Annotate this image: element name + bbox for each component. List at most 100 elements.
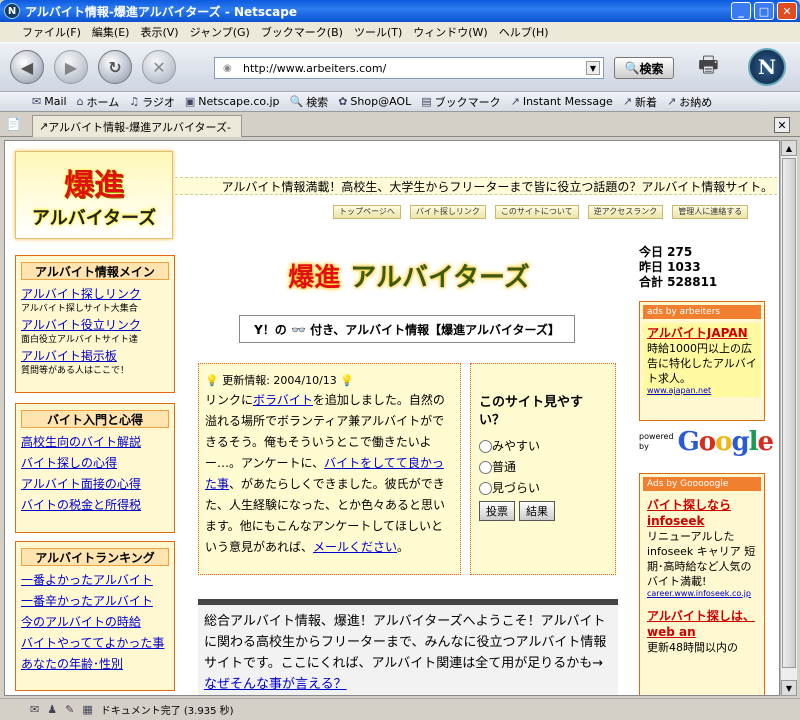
sidebox-guide-title: バイト入門と心得 — [21, 410, 169, 428]
center-logo-red: 爆進 — [288, 262, 341, 293]
side-link[interactable]: 一番辛かったアルバイト — [19, 593, 171, 609]
center-logo-green: アルバイターズ — [350, 262, 530, 293]
side-link[interactable]: 高校生向のバイト解説 — [19, 434, 171, 450]
mail-icon[interactable]: ✉ — [30, 703, 39, 716]
side-link[interactable]: アルバイト面接の心得 — [19, 476, 171, 492]
tab-current[interactable]: ↗ アルバイト情報-爆進アルバイターズ- — [32, 115, 242, 137]
ad-text: リニューアルした infoseek キャリア 短期･高時給など人気のバイト満載! — [647, 530, 756, 588]
nav-job-links[interactable]: バイト探しリンク — [409, 205, 486, 219]
ad-text: 時給1000円以上の広告に特化したアルバイト求人。 — [647, 342, 757, 385]
forward-button[interactable]: ▶ — [54, 50, 88, 84]
side-link[interactable]: バイト探しの心得 — [19, 455, 171, 471]
address-book-icon[interactable]: ▦ — [82, 703, 92, 716]
minimize-button[interactable]: _ — [731, 2, 751, 20]
poll-box: このサイト見やすい？ みやすい 普通 見づらい 投票 結果 — [470, 363, 616, 575]
poll-option[interactable]: 見づらい — [479, 478, 607, 499]
menu-tools[interactable]: ツール(T) — [354, 24, 402, 40]
menu-view[interactable]: 表示(V) — [140, 24, 178, 40]
counter-today: 今日 275 — [639, 245, 693, 259]
menu-help[interactable]: ヘルプ(H) — [499, 24, 549, 40]
menu-window[interactable]: ウィンドウ(W) — [413, 24, 487, 40]
side-link[interactable]: アルバイト探しリンク — [19, 286, 171, 302]
vertical-scrollbar[interactable]: ▲ ▼ — [780, 140, 797, 696]
scroll-thumb[interactable] — [782, 158, 796, 668]
reload-button[interactable]: ↻ — [98, 50, 132, 84]
back-button[interactable]: ◀ — [10, 50, 44, 84]
center-logo: 爆進 アルバイターズ — [239, 253, 579, 297]
nav-top-page[interactable]: トップページへ — [333, 205, 401, 219]
poll-radio[interactable] — [479, 440, 492, 453]
side-link[interactable]: アルバイト役立リンク — [19, 317, 171, 333]
netscape-logo-icon[interactable]: N — [748, 48, 786, 86]
update-link-mail[interactable]: メールください — [313, 540, 397, 554]
logo-line2: アルバイターズ — [31, 208, 157, 229]
close-tab-button[interactable]: ✕ — [774, 117, 790, 133]
sidebox-main-title: アルバイト情報メイン — [21, 262, 169, 280]
bookmark-more[interactable]: ↗ お納め — [667, 94, 712, 110]
bookmark-new[interactable]: ↗ 新着 — [623, 94, 657, 110]
nav-contact[interactable]: 管理人に連絡する — [672, 205, 749, 219]
ad-url[interactable]: career.www.infoseek.co.jp — [647, 589, 757, 598]
url-input[interactable] — [243, 61, 586, 75]
poll-radio[interactable] — [479, 461, 492, 474]
mail-icon: ✉ — [32, 95, 42, 108]
aim-icon[interactable]: ♟ — [47, 703, 57, 716]
menu-bar: ファイル(F) 編集(E) 表示(V) ジャンプ(G) ブックマーク(B) ツー… — [0, 22, 800, 42]
update-text: リンクに — [205, 393, 254, 407]
ad-link[interactable]: バイト探しなら infoseek — [647, 497, 757, 529]
nav-access-rank[interactable]: 逆アクセスランク — [587, 205, 664, 219]
menu-edit[interactable]: 編集(E) — [92, 24, 130, 40]
bookmark-mail[interactable]: ✉ Mail — [32, 95, 67, 108]
bookmark-home[interactable]: ⌂ ホーム — [77, 94, 120, 110]
close-button[interactable]: ✕ — [777, 2, 797, 20]
side-sub: アルバイト探しサイト大集合 — [21, 304, 138, 314]
scroll-down-icon[interactable]: ▼ — [781, 680, 797, 696]
bookmark-netscape[interactable]: ▣ Netscape.co.jp — [185, 95, 280, 108]
side-link[interactable]: あなたの年齢･性別 — [19, 656, 171, 672]
bulb-icon: 💡 — [205, 374, 223, 387]
nav-about[interactable]: このサイトについて — [494, 205, 579, 219]
folder-icon: ▤ — [421, 95, 432, 108]
menu-file[interactable]: ファイル(F) — [22, 24, 81, 40]
page-icon: ◉ — [223, 62, 232, 74]
ad-link[interactable]: アルバイト探しは、web an — [647, 608, 757, 640]
yahoo-badge: Y！の 👓 付き、アルバイト情報【爆進アルバイターズ】 — [239, 315, 575, 343]
vote-button[interactable]: 投票 — [479, 501, 515, 521]
tab-link-icon: ↗ — [39, 120, 49, 133]
window-title: アルバイト情報-爆進アルバイターズ - Netscape — [25, 4, 297, 19]
stop-button[interactable]: ✕ — [142, 50, 176, 84]
ad-url[interactable]: www.ajapan.net — [647, 386, 757, 395]
radio-icon: ♫ — [129, 95, 140, 108]
bookmark-search[interactable]: 🔍 検索 — [289, 94, 328, 110]
side-link[interactable]: 一番よかったアルバイト — [19, 572, 171, 588]
composer-icon[interactable]: ✎ — [65, 703, 74, 716]
poll-option[interactable]: 普通 — [479, 457, 607, 478]
scroll-up-icon[interactable]: ▲ — [781, 140, 797, 156]
update-link-volabite[interactable]: ボラバイト — [253, 393, 313, 407]
poll-radio[interactable] — [479, 482, 492, 495]
bookmark-radio[interactable]: ♫ ラジオ — [129, 94, 175, 110]
bookmark-shop[interactable]: ✿ Shop@AOL — [338, 95, 411, 108]
side-link[interactable]: アルバイト掲示板 — [19, 348, 171, 364]
side-link[interactable]: バイトの税金と所得税 — [19, 497, 171, 513]
sidebox-guide: バイト入門と心得 高校生向のバイト解説 バイト探しの心得 アルバイト面接の心得 … — [15, 403, 175, 533]
bookmark-bookmarks[interactable]: ▤ ブックマーク — [421, 94, 500, 110]
why-link[interactable]: なぜそんな事が言える？ — [204, 677, 347, 692]
ad-link[interactable]: アルバイトJAPAN — [647, 325, 757, 341]
url-dropdown-icon[interactable]: ▼ — [586, 61, 600, 75]
poll-option[interactable]: みやすい — [479, 436, 607, 457]
maximize-button[interactable]: □ — [754, 2, 774, 20]
print-icon[interactable]: 🖶 — [698, 48, 726, 78]
update-date: 更新情報: 2004/10/13 — [222, 374, 337, 387]
new-tab-icon[interactable]: 📄 — [6, 117, 22, 133]
search-button[interactable]: 🔍 検索 — [614, 57, 674, 79]
side-link[interactable]: バイトやっててよかった事 — [19, 635, 171, 651]
menu-go[interactable]: ジャンプ(G) — [190, 24, 250, 40]
site-logo[interactable]: 爆進 アルバイターズ — [15, 151, 173, 239]
google-badge[interactable]: powered by Google — [639, 427, 774, 457]
result-button[interactable]: 結果 — [519, 501, 555, 521]
status-text: ドキュメント完了 (3.935 秒) — [100, 706, 234, 717]
side-link[interactable]: 今のアルバイトの時給 — [19, 614, 171, 630]
menu-bookmarks[interactable]: ブックマーク(B) — [261, 24, 343, 40]
bookmark-im[interactable]: ↗ Instant Message — [511, 95, 613, 108]
